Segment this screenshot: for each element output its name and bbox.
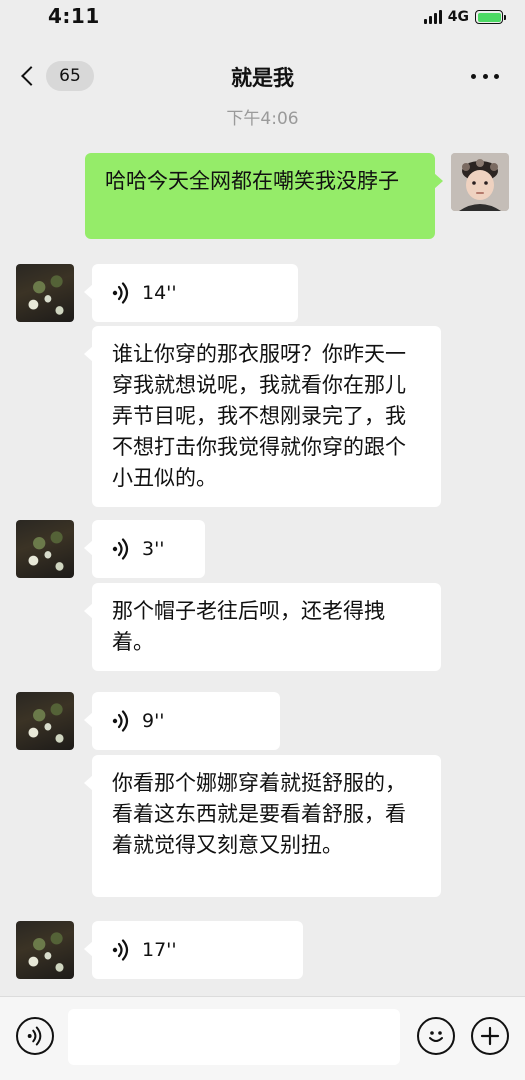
message-text: 谁让你穿的那衣服呀？你昨天一穿我就想说呢，我就看你在那儿弄节目呢，我不想刚录完了… xyxy=(112,342,406,490)
contact-avatar[interactable] xyxy=(16,520,74,578)
more-actions-button[interactable] xyxy=(471,1017,509,1055)
voice-message[interactable]: 3'' xyxy=(84,520,205,578)
chat-area[interactable]: 哈哈今天全网都在嘲笑我没脖子 14'' 谁让你穿的那衣服呀？你昨天一穿我就想说呢… xyxy=(0,0,525,1000)
smiley-icon xyxy=(429,1031,443,1042)
emoji-button[interactable] xyxy=(417,1017,455,1055)
contact-text-message[interactable]: 谁让你穿的那衣服呀？你昨天一穿我就想说呢，我就看你在那儿弄节目呢，我不想刚录完了… xyxy=(84,326,441,507)
message-text: 那个帽子老往后呗，还老得拽着。 xyxy=(112,599,385,654)
contact-avatar[interactable] xyxy=(16,692,74,750)
voice-toggle-button[interactable] xyxy=(16,1017,54,1055)
message-input[interactable] xyxy=(68,1009,400,1065)
my-text-message[interactable]: 哈哈今天全网都在嘲笑我没脖子 xyxy=(85,153,443,239)
contact-avatar[interactable] xyxy=(16,921,74,979)
my-avatar[interactable] xyxy=(451,153,509,211)
voice-duration: 14'' xyxy=(142,281,177,304)
voice-message[interactable]: 14'' xyxy=(84,264,298,322)
contact-text-message[interactable]: 你看那个娜娜穿着就挺舒服的，看着这东西就是要看着舒服，看着就觉得又刻意又别扭。 xyxy=(84,755,441,897)
sound-wave-icon xyxy=(27,1026,42,1046)
voice-message[interactable]: 9'' xyxy=(84,692,280,750)
input-bar xyxy=(0,996,525,1080)
sound-wave-icon xyxy=(112,282,129,304)
contact-avatar[interactable] xyxy=(16,264,74,322)
sound-wave-icon xyxy=(112,939,129,961)
contact-text-message[interactable]: 那个帽子老往后呗，还老得拽着。 xyxy=(84,583,441,671)
voice-duration: 3'' xyxy=(142,537,165,560)
voice-duration: 9'' xyxy=(142,709,165,732)
voice-duration: 17'' xyxy=(142,938,177,961)
sound-wave-icon xyxy=(112,538,129,560)
plus-icon xyxy=(480,1026,500,1046)
sound-wave-icon xyxy=(112,710,129,732)
voice-message[interactable]: 17'' xyxy=(84,921,303,979)
message-text: 哈哈今天全网都在嘲笑我没脖子 xyxy=(105,169,399,193)
message-text: 你看那个娜娜穿着就挺舒服的，看着这东西就是要看着舒服，看着就觉得又刻意又别扭。 xyxy=(112,771,406,857)
